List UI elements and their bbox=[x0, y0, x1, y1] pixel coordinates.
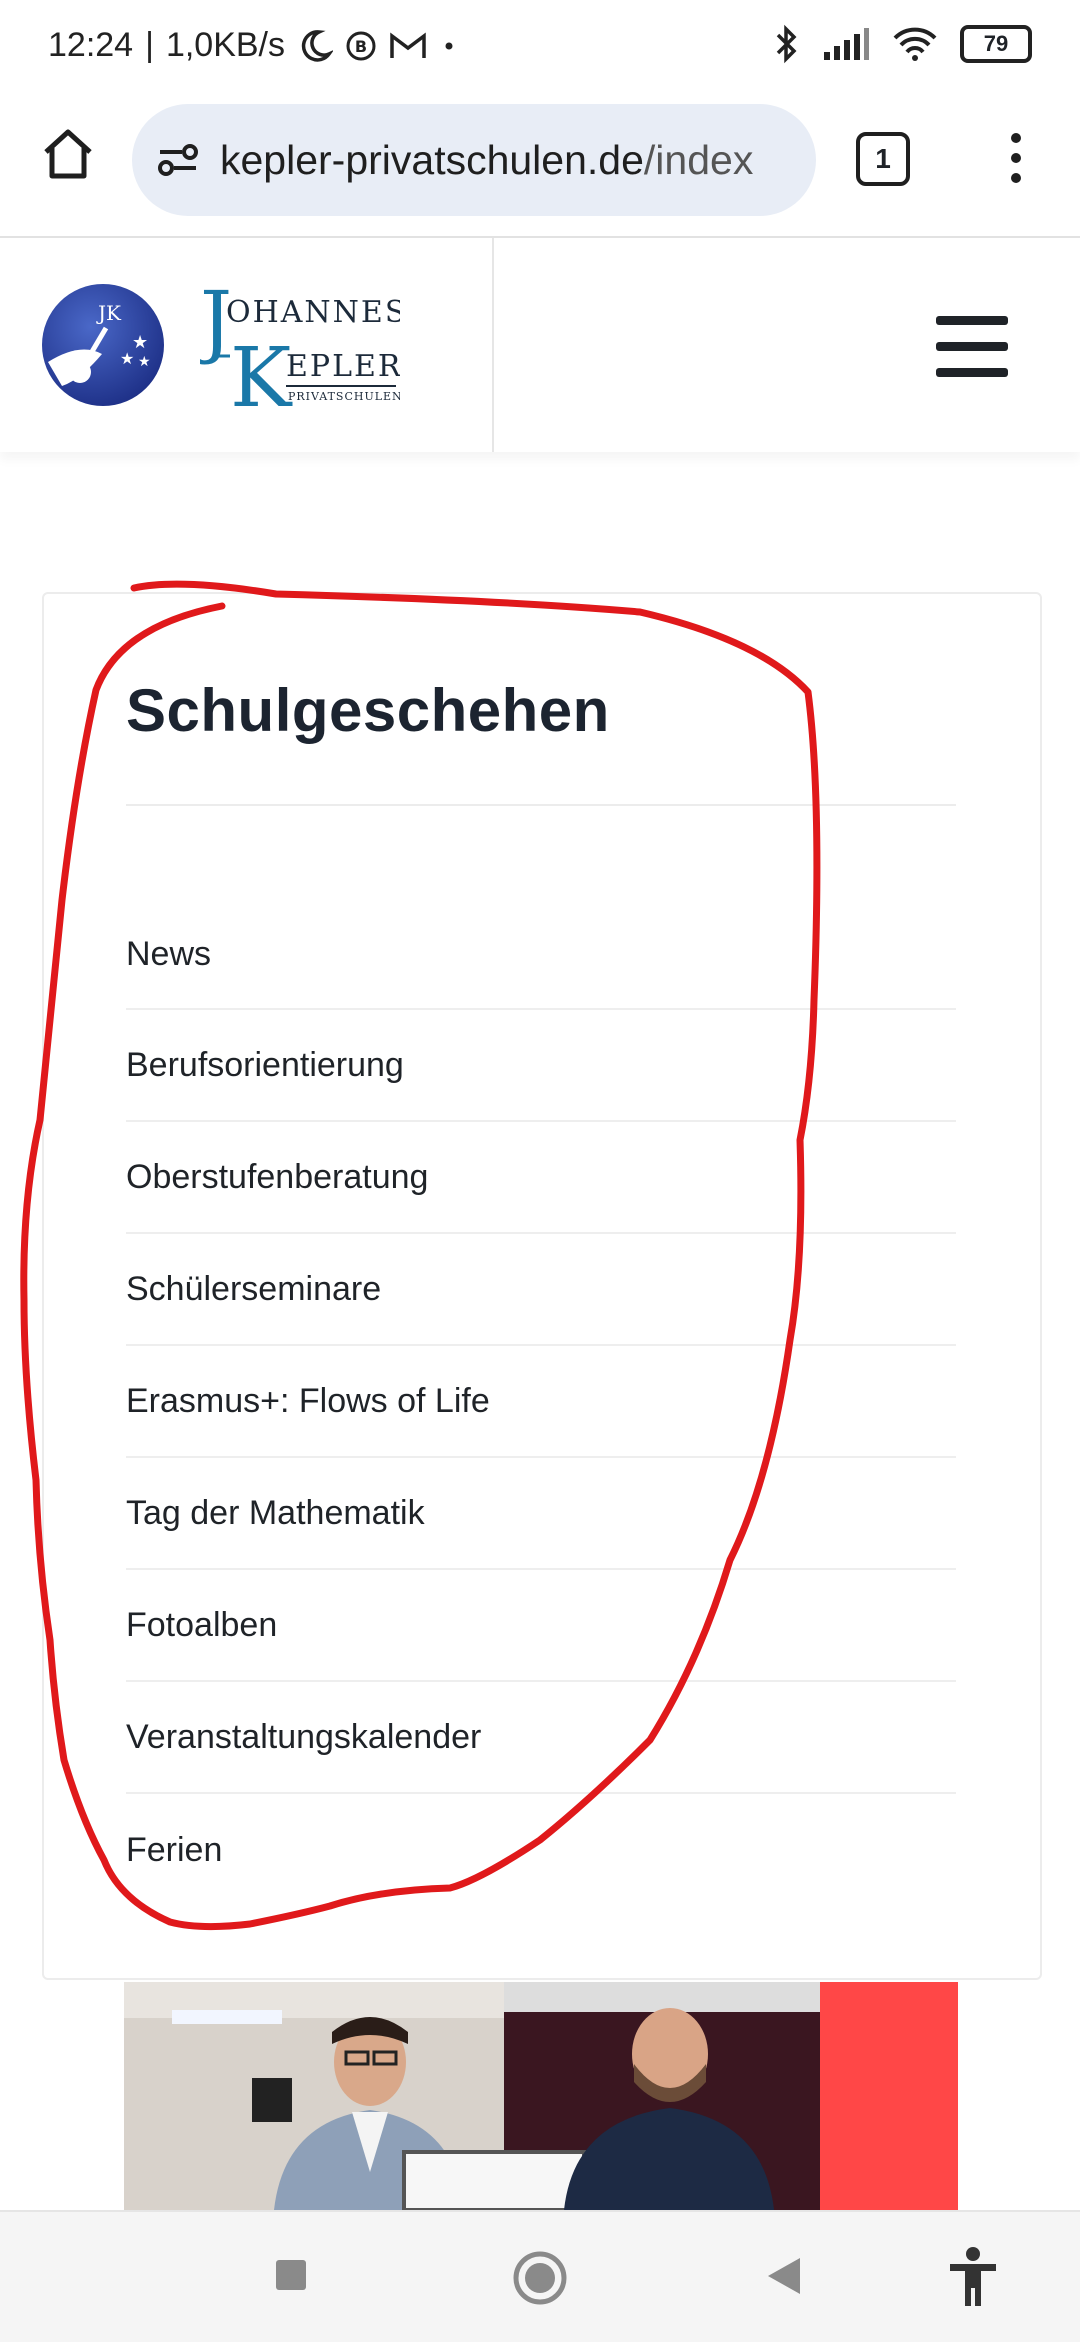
header-divider bbox=[492, 238, 494, 452]
school-logo-emblem[interactable]: JK ★ ★ ★ bbox=[40, 282, 166, 408]
svg-text:★: ★ bbox=[120, 349, 134, 368]
home-nav-icon[interactable] bbox=[512, 2250, 568, 2306]
address-bar[interactable]: kepler-privatschulen.de/index bbox=[132, 104, 816, 216]
battery-level: 79 bbox=[983, 31, 1009, 56]
menu-item-schuelerseminare[interactable]: Schülerseminare bbox=[126, 1234, 956, 1346]
section-menu: News Berufsorientierung Oberstufenberatu… bbox=[126, 900, 956, 1906]
menu-item-ferien[interactable]: Ferien bbox=[126, 1794, 956, 1906]
status-separator: | bbox=[145, 26, 154, 64]
menu-item-tag-der-mathematik[interactable]: Tag der Mathematik bbox=[126, 1458, 956, 1570]
network-speed: 1,0KB/s bbox=[165, 26, 286, 64]
status-left: 12:24 | 1,0KB/s B bbox=[48, 26, 459, 65]
url-text[interactable]: kepler-privatschulen.de/index bbox=[220, 137, 753, 184]
url-domain: kepler-privatschulen.de bbox=[220, 136, 644, 183]
menu-item-erasmus[interactable]: Erasmus+: Flows of Life bbox=[126, 1346, 956, 1458]
hamburger-menu-icon[interactable] bbox=[936, 316, 1008, 378]
dot-icon bbox=[445, 42, 453, 49]
tab-switcher-button[interactable]: 1 bbox=[856, 132, 910, 186]
menu-item-fotoalben[interactable]: Fotoalben bbox=[126, 1570, 956, 1682]
menu-item-news[interactable]: News bbox=[126, 900, 956, 1010]
more-options-icon[interactable] bbox=[1004, 128, 1028, 188]
system-nav-bar bbox=[0, 2210, 1080, 2342]
battery-icon: 79 bbox=[960, 25, 1032, 63]
gmail-icon bbox=[390, 32, 426, 58]
site-header: JK ★ ★ ★ J OHANNES K EPLER PRIVATSCHULEN bbox=[0, 238, 1080, 452]
menu-item-oberstufenberatung[interactable]: Oberstufenberatung bbox=[126, 1122, 956, 1234]
news-photo[interactable] bbox=[124, 1982, 958, 2210]
logo-line1: OHANNES bbox=[226, 295, 400, 330]
status-time: 12:24 bbox=[48, 26, 134, 64]
svg-text:K: K bbox=[230, 331, 293, 412]
svg-text:★: ★ bbox=[132, 332, 148, 353]
home-icon[interactable] bbox=[38, 124, 98, 184]
signal-icon bbox=[824, 28, 869, 60]
section-title: Schulgeschehen bbox=[126, 677, 610, 744]
logo-line2: EPLER bbox=[286, 349, 400, 384]
menu-item-veranstaltungskalender[interactable]: Veranstaltungskalender bbox=[126, 1682, 956, 1794]
svg-text:★: ★ bbox=[138, 354, 151, 370]
menu-item-berufsorientierung[interactable]: Berufsorientierung bbox=[126, 1010, 956, 1122]
b-icon: B bbox=[346, 31, 376, 60]
site-settings-icon[interactable] bbox=[154, 136, 202, 184]
schulgeschehen-card: Schulgeschehen News Berufsorientierung O… bbox=[42, 592, 1042, 1980]
school-logo-wordmark[interactable]: J OHANNES K EPLER PRIVATSCHULEN bbox=[200, 282, 400, 412]
tab-count: 1 bbox=[875, 143, 891, 174]
bluetooth-icon bbox=[776, 24, 797, 64]
photo-illustration bbox=[124, 1982, 958, 2210]
wifi-icon bbox=[893, 27, 937, 61]
status-right: 79 bbox=[774, 24, 1032, 64]
url-path: /index bbox=[643, 136, 754, 183]
svg-text:B: B bbox=[355, 37, 367, 56]
back-icon[interactable] bbox=[764, 2254, 804, 2298]
title-divider bbox=[126, 804, 956, 806]
accessibility-icon[interactable] bbox=[948, 2246, 998, 2308]
moon-icon bbox=[301, 29, 334, 62]
logo-monogram: JK bbox=[96, 301, 122, 325]
browser-toolbar: kepler-privatschulen.de/index 1 bbox=[0, 96, 1080, 238]
status-bar: 12:24 | 1,0KB/s B 79 bbox=[0, 0, 1080, 96]
logo-line3: PRIVATSCHULEN bbox=[288, 390, 400, 403]
recents-icon[interactable] bbox=[274, 2258, 308, 2292]
